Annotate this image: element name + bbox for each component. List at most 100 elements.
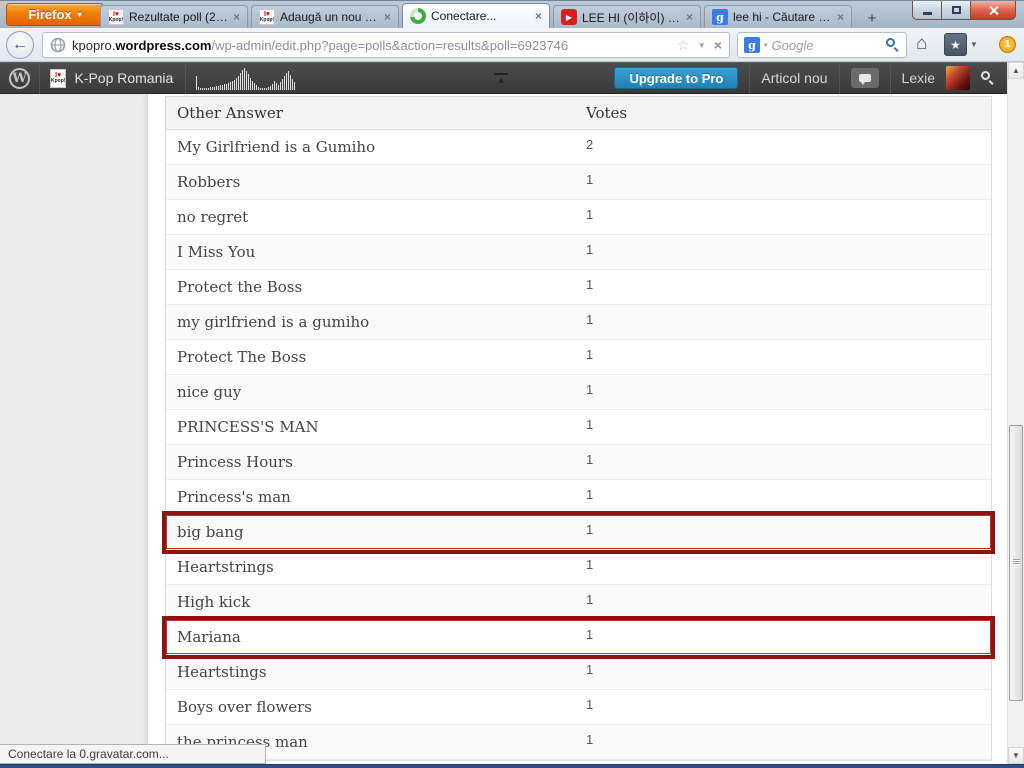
maximize-button[interactable] — [942, 1, 970, 20]
sparkline-bar — [218, 86, 219, 90]
comments-button[interactable] — [851, 68, 879, 88]
user-menu[interactable]: Lexie — [902, 70, 935, 86]
close-button[interactable] — [970, 1, 1016, 20]
answer-cell: I Miss You — [166, 243, 586, 261]
search-icon[interactable] — [886, 38, 900, 52]
scroll-up-button[interactable]: ▲ — [1008, 62, 1024, 79]
google-g-icon: g — [748, 39, 756, 52]
new-tab-button[interactable]: + — [857, 8, 887, 28]
bookmarks-button[interactable]: ★ ▼ — [944, 33, 978, 56]
sparkline-bar — [206, 88, 207, 90]
site-name-link[interactable]: K-Pop Romania — [74, 70, 185, 86]
table-row[interactable]: Robbers 1 — [166, 165, 991, 200]
tab-rezultate-poll[interactable]: I♥ Kpop! Rezultate poll (2) | ... × — [100, 5, 248, 28]
table-row[interactable]: I Miss You 1 — [166, 235, 991, 270]
sparkline-bar — [252, 81, 253, 90]
table-row[interactable]: the princess man 1 — [166, 725, 991, 760]
answer-cell: High kick — [166, 593, 586, 611]
sparkline-bar — [264, 88, 265, 90]
tab-close-icon[interactable]: × — [384, 12, 391, 22]
collapse-adminbar-icon[interactable]: ▲ — [494, 73, 508, 84]
table-row[interactable]: Heartstrings 1 — [166, 550, 991, 585]
admin-sidebar — [0, 94, 148, 764]
scrollbar-thumb[interactable] — [1009, 425, 1023, 701]
answer-cell: My Girlfriend is a Gumiho — [166, 138, 586, 156]
sparkline-bar — [272, 84, 273, 90]
tab-conectare-active[interactable]: Conectare... × — [402, 3, 550, 28]
table-header-row: Other Answer Votes — [166, 97, 991, 130]
search-bar[interactable]: g ▾ Google — [737, 32, 907, 58]
sparkline-bar — [198, 87, 199, 90]
table-row[interactable]: My Girlfriend is a Gumiho 2 — [166, 130, 991, 165]
table-row[interactable]: no regret 1 — [166, 200, 991, 235]
vertical-scrollbar[interactable]: ▲ ▼ — [1007, 62, 1024, 764]
sparkline-bar — [220, 85, 221, 90]
search-engine-icon[interactable]: g — [744, 37, 760, 53]
votes-cell: 1 — [586, 165, 991, 187]
tab-close-icon[interactable]: × — [837, 12, 844, 22]
sparkline-bar — [202, 88, 203, 90]
table-row[interactable]: Mariana 1 — [166, 620, 991, 655]
answer-cell: Robbers — [166, 173, 586, 191]
browser-window: Firefox ▾ I♥ Kpop! Rezultate poll (2) | … — [0, 0, 1024, 768]
table-row[interactable]: Heartstings 1 — [166, 655, 991, 690]
scrollbar-grip — [1013, 559, 1020, 565]
table-row[interactable]: High kick 1 — [166, 585, 991, 620]
table-row[interactable]: Princess Hours 1 — [166, 445, 991, 480]
wp-admin-bar: W I♥ Kpop! K-Pop Romania ▲ Upgrade to Pr… — [0, 62, 1007, 94]
url-text[interactable]: kpopro.wordpress.com/wp-admin/edit.php?p… — [72, 38, 676, 53]
upgrade-to-pro-button[interactable]: Upgrade to Pro — [614, 67, 738, 89]
sparkline-bar — [226, 84, 227, 90]
tab-lee-hi-youtube[interactable]: ▶ LEE HI (이하이) - IT... × — [553, 5, 701, 28]
stats-sparkline[interactable] — [196, 66, 295, 90]
answer-cell: Heartstings — [166, 663, 586, 681]
search-engine-dropdown-icon[interactable]: ▾ — [764, 41, 768, 49]
firefox-menu-button[interactable]: Firefox ▾ — [6, 3, 104, 26]
adminbar-search-icon[interactable] — [981, 71, 995, 85]
table-row[interactable]: Protect The Boss 1 — [166, 340, 991, 375]
url-domain: wordpress.com — [115, 38, 211, 53]
votes-cell: 1 — [586, 375, 991, 397]
tab-adauga-articol[interactable]: I♥ Kpop! Adaugă un nou arti... × — [251, 5, 399, 28]
sparkline-bar — [224, 84, 225, 90]
table-row[interactable]: my girlfriend is a gumiho 1 — [166, 305, 991, 340]
bookmark-star-icon[interactable]: ☆ — [676, 36, 689, 54]
back-button[interactable]: ← — [6, 31, 34, 59]
url-subdomain: kpopro. — [72, 38, 115, 53]
table-row[interactable]: Boys over flowers 1 — [166, 690, 991, 725]
sparkline-bar — [260, 88, 261, 90]
tab-close-icon[interactable]: × — [233, 12, 240, 22]
votes-cell: 1 — [586, 655, 991, 677]
url-bar[interactable]: kpopro.wordpress.com/wp-admin/edit.php?p… — [42, 32, 730, 58]
table-row[interactable]: PRINCESS'S MAN 1 — [166, 410, 991, 445]
minimize-button[interactable] — [912, 1, 942, 20]
table-row[interactable]: nice guy 1 — [166, 375, 991, 410]
scroll-down-button[interactable]: ▼ — [1008, 747, 1024, 764]
back-arrow-icon: ← — [12, 36, 28, 54]
tab-close-icon[interactable]: × — [535, 11, 542, 21]
new-post-link[interactable]: Articol nou — [761, 70, 827, 86]
addon-notification-badge[interactable]: 1 — [999, 36, 1016, 53]
tab-close-icon[interactable]: × — [686, 12, 693, 22]
tab-lee-hi-search[interactable]: g lee hi - Căutare Go... × — [704, 5, 852, 28]
table-row[interactable]: Protect the Boss 1 — [166, 270, 991, 305]
sparkline-bar — [274, 81, 275, 90]
globe-icon — [50, 37, 66, 53]
divider — [185, 62, 186, 94]
window-bottom-border — [0, 764, 1024, 768]
stop-loading-icon[interactable]: × — [714, 37, 722, 53]
wordpress-logo-icon[interactable]: W — [9, 68, 30, 89]
sparkline-bar — [230, 82, 231, 90]
sparkline-bar — [278, 85, 279, 90]
search-placeholder[interactable]: Google — [772, 38, 882, 53]
table-row[interactable]: big bang 1 — [166, 515, 991, 550]
answer-cell: Protect the Boss — [166, 278, 586, 296]
user-avatar[interactable] — [946, 66, 970, 90]
kpop-favicon-text: Kpop! — [109, 18, 123, 23]
table-row[interactable]: Princess's man 1 — [166, 480, 991, 515]
url-dropdown-icon[interactable]: ▼ — [698, 41, 706, 50]
status-bar: Conectare la 0.gravatar.com... — [0, 744, 266, 764]
bookmarks-dropdown-icon[interactable]: ▼ — [970, 40, 978, 49]
sparkline-bar — [210, 87, 211, 90]
home-button[interactable]: ⌂ — [916, 33, 927, 55]
